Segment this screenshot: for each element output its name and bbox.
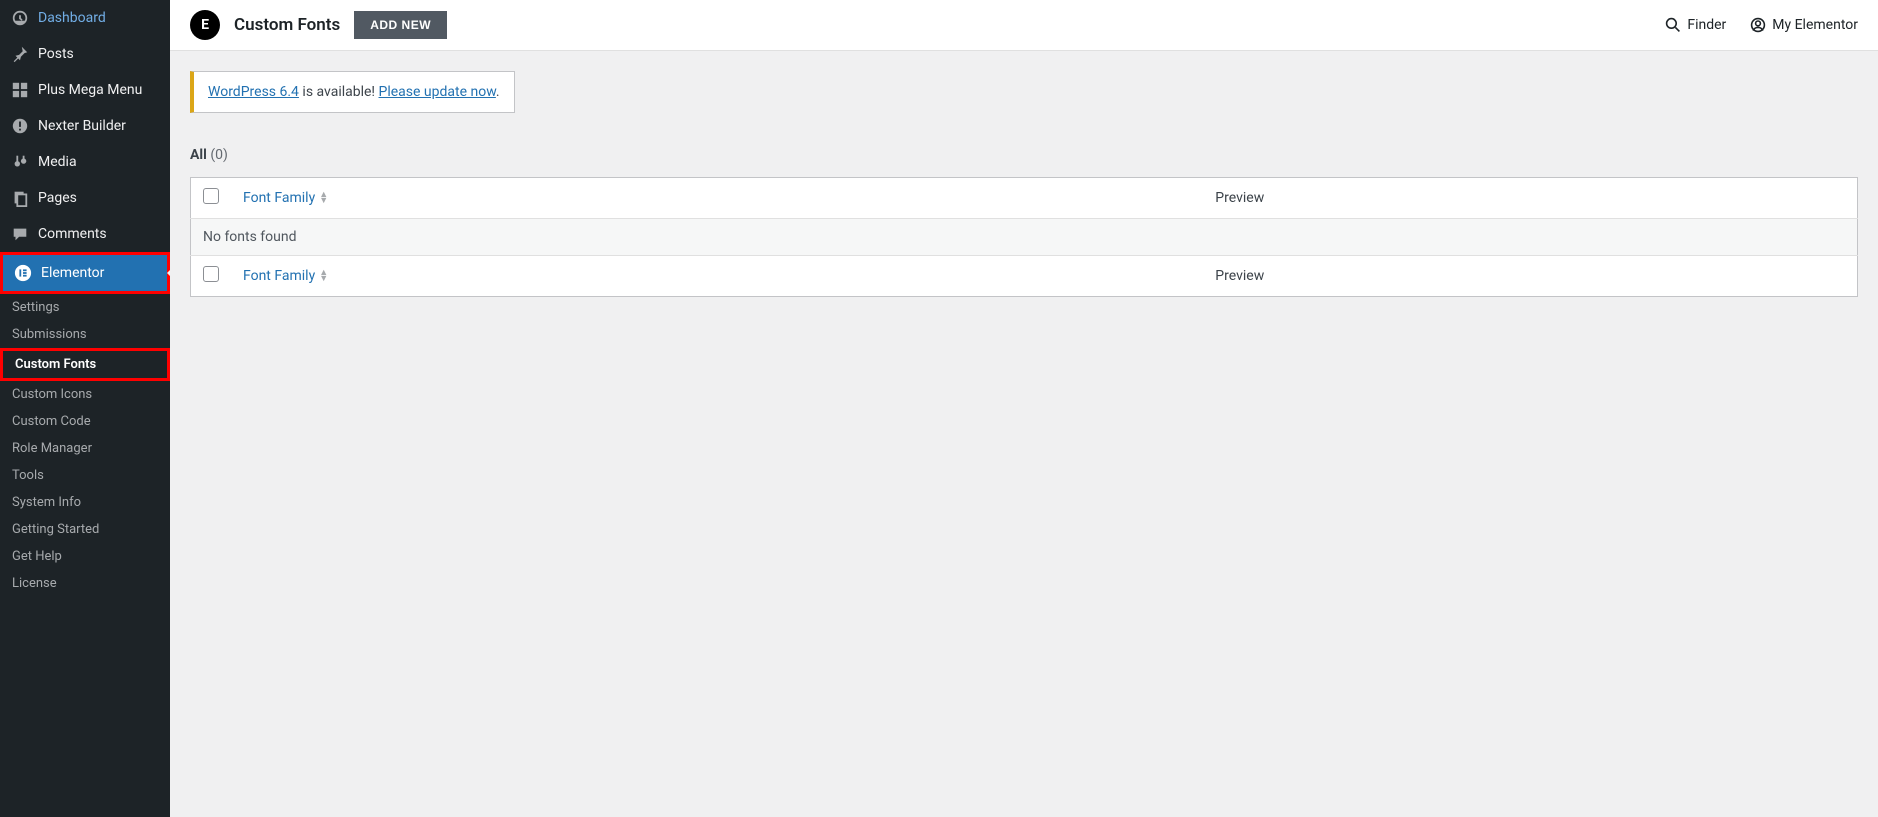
sidebar-item-dashboard[interactable]: Dashboard <box>0 0 170 36</box>
submenu-settings[interactable]: Settings <box>0 294 170 321</box>
notice-text: is available! <box>299 84 379 100</box>
elementor-logo-icon: E <box>190 10 220 40</box>
search-icon <box>1665 17 1681 33</box>
submenu-get-help[interactable]: Get Help <box>0 543 170 570</box>
submenu-custom-fonts[interactable]: Custom Fonts <box>0 348 170 381</box>
filter-all[interactable]: All <box>190 147 207 163</box>
admin-sidebar: Dashboard Posts Plus Mega Menu Nexter Bu… <box>0 0 170 817</box>
finder-button[interactable]: Finder <box>1665 17 1726 33</box>
wordpress-version-link[interactable]: WordPress 6.4 <box>208 84 299 100</box>
column-preview: Preview <box>1203 178 1857 219</box>
filter-links: All (0) <box>190 147 1858 163</box>
dashboard-icon <box>10 8 30 28</box>
top-bar: E Custom Fonts ADD NEW Finder My Element… <box>170 0 1878 51</box>
sidebar-label: Dashboard <box>38 10 106 26</box>
fonts-table: Font Family ▲▼ Preview No fonts found <box>190 177 1858 297</box>
my-elementor-label: My Elementor <box>1772 17 1858 33</box>
sidebar-item-pages[interactable]: Pages <box>0 180 170 216</box>
column-preview-footer: Preview <box>1203 256 1857 297</box>
submenu-submissions[interactable]: Submissions <box>0 321 170 348</box>
update-now-link[interactable]: Please update now <box>379 84 496 100</box>
select-all-checkbox-footer[interactable] <box>203 266 219 282</box>
sidebar-label: Plus Mega Menu <box>38 82 142 98</box>
submenu-getting-started[interactable]: Getting Started <box>0 516 170 543</box>
sidebar-label: Media <box>38 154 77 170</box>
sidebar-item-nexter[interactable]: Nexter Builder <box>0 108 170 144</box>
submenu-role-manager[interactable]: Role Manager <box>0 435 170 462</box>
submenu-system-info[interactable]: System Info <box>0 489 170 516</box>
sidebar-label: Pages <box>38 190 77 206</box>
sidebar-item-media[interactable]: Media <box>0 144 170 180</box>
sort-icon: ▲▼ <box>319 192 328 204</box>
add-new-button[interactable]: ADD NEW <box>354 11 447 39</box>
sidebar-label: Posts <box>38 46 74 62</box>
sidebar-item-comments[interactable]: Comments <box>0 216 170 252</box>
submenu-custom-code[interactable]: Custom Code <box>0 408 170 435</box>
column-font-family-footer[interactable]: Font Family ▲▼ <box>243 268 328 284</box>
alert-icon <box>10 116 30 136</box>
elementor-icon <box>13 263 33 283</box>
page-title: Custom Fonts <box>234 15 340 35</box>
sort-icon: ▲▼ <box>319 270 328 282</box>
sidebar-item-elementor[interactable]: Elementor <box>0 252 170 294</box>
notice-end: . <box>496 84 500 100</box>
grid-icon <box>10 80 30 100</box>
sidebar-label: Elementor <box>41 265 104 281</box>
pages-icon <box>10 188 30 208</box>
sidebar-item-posts[interactable]: Posts <box>0 36 170 72</box>
sidebar-label: Nexter Builder <box>38 118 126 134</box>
filter-all-count: (0) <box>210 147 228 163</box>
sidebar-item-mega-menu[interactable]: Plus Mega Menu <box>0 72 170 108</box>
content-area: WordPress 6.4 is available! Please updat… <box>170 51 1878 317</box>
select-all-checkbox[interactable] <box>203 188 219 204</box>
comment-icon <box>10 224 30 244</box>
submenu-license[interactable]: License <box>0 570 170 597</box>
pin-icon <box>10 44 30 64</box>
main-content: E Custom Fonts ADD NEW Finder My Element… <box>170 0 1878 817</box>
user-icon <box>1750 17 1766 33</box>
submenu-custom-icons[interactable]: Custom Icons <box>0 381 170 408</box>
column-font-label-footer: Font Family <box>243 268 315 284</box>
update-notice: WordPress 6.4 is available! Please updat… <box>190 71 515 113</box>
no-fonts-message: No fonts found <box>191 219 1858 256</box>
column-font-family[interactable]: Font Family ▲▼ <box>243 190 328 206</box>
finder-label: Finder <box>1687 17 1726 33</box>
table-row-empty: No fonts found <box>191 219 1858 256</box>
media-icon <box>10 152 30 172</box>
submenu-tools[interactable]: Tools <box>0 462 170 489</box>
my-elementor-button[interactable]: My Elementor <box>1750 17 1858 33</box>
sidebar-label: Comments <box>38 226 107 242</box>
column-font-label: Font Family <box>243 190 315 206</box>
